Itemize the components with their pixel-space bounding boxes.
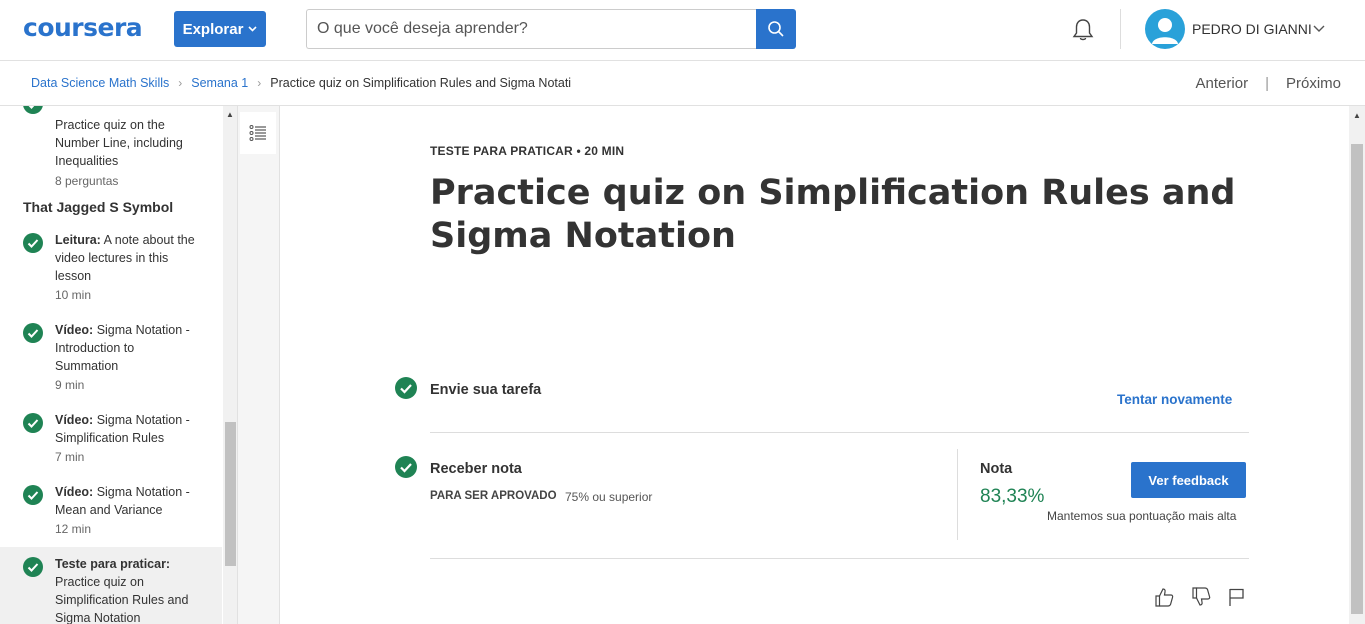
keep-highest-note: Mantemos sua pontuação mais alta — [1047, 509, 1237, 523]
passing-label: PARA SER APROVADO — [430, 490, 557, 502]
coursera-logo[interactable]: coursera — [23, 13, 143, 42]
main-content: TESTE PARA PRATICAR • 20 MIN Practice qu… — [280, 106, 1349, 624]
search-button[interactable] — [756, 9, 796, 49]
scroll-up-arrow-icon[interactable]: ▲ — [1353, 111, 1361, 120]
toggle-sidebar-button[interactable] — [240, 112, 276, 154]
sidebar-item[interactable]: Practice quiz on the Number Line, includ… — [0, 106, 222, 194]
thumbs-down-icon[interactable] — [1190, 586, 1212, 608]
grade-value: 83,33% — [980, 486, 1045, 507]
scroll-up-arrow-icon[interactable]: ▲ — [226, 110, 234, 119]
user-avatar-icon — [1152, 18, 1178, 44]
view-feedback-button[interactable]: Ver feedback — [1131, 462, 1246, 498]
flag-icon[interactable] — [1226, 586, 1248, 608]
next-link[interactable]: Próximo — [1286, 75, 1341, 92]
user-name[interactable]: PEDRO DI GIANNI — [1192, 21, 1312, 37]
grade-step-label: Receber nota — [430, 461, 522, 477]
check-circle-icon — [23, 413, 43, 433]
divider — [430, 432, 1249, 433]
breadcrumb-bar: Data Science Math Skills › Semana 1 › Pr… — [0, 61, 1365, 106]
explore-label: Explorar — [182, 20, 244, 38]
sidebar-item[interactable]: Vídeo: Sigma Notation - Simplification R… — [0, 408, 222, 468]
sidebar-section-title: That Jagged S Symbol — [23, 199, 174, 215]
divider — [430, 558, 1249, 559]
sidebar-item-meta: 9 min — [55, 378, 85, 392]
sidebar-item-label: Vídeo: Sigma Notation - Introduction to … — [55, 323, 190, 373]
check-circle-icon — [23, 233, 43, 253]
sidebar-item[interactable]: Vídeo: Sigma Notation - Introduction to … — [0, 318, 222, 396]
sidebar-item-label: Leitura: A note about the video lectures… — [55, 233, 195, 283]
search-input[interactable] — [306, 9, 756, 49]
sidebar-item-active[interactable]: Teste para praticar: Practice quiz on Si… — [0, 547, 222, 624]
breadcrumb: Data Science Math Skills › Semana 1 › Pr… — [31, 76, 571, 90]
sidebar-item-meta: 8 perguntas — [55, 174, 119, 188]
chevron-right-icon: › — [178, 76, 183, 90]
check-circle-icon — [23, 106, 43, 114]
sidebar-item-label: Teste para praticar: Practice quiz on Si… — [55, 557, 189, 624]
check-circle-icon — [23, 323, 43, 343]
prev-next-nav: Anterior | Próximo — [1196, 75, 1341, 92]
retry-link[interactable]: Tentar novamente — [1117, 392, 1232, 407]
previous-link[interactable]: Anterior — [1196, 75, 1249, 92]
user-avatar[interactable] — [1145, 9, 1185, 49]
page-title: Practice quiz on Simplification Rules an… — [430, 173, 1236, 256]
submit-step-label: Envie sua tarefa — [430, 382, 542, 398]
notifications-button[interactable] — [1070, 17, 1096, 43]
sidebar-scrollbar[interactable]: ▲ — [223, 106, 237, 624]
search-icon — [768, 21, 784, 37]
chevron-right-icon: › — [257, 76, 262, 90]
breadcrumb-current: Practice quiz on Simplification Rules an… — [270, 76, 572, 90]
chevron-down-icon — [248, 24, 257, 35]
grade-label: Nota — [980, 461, 1013, 477]
grade-divider — [957, 449, 958, 540]
top-navbar: coursera Explorar PEDRO DI GIANNI — [0, 0, 1365, 61]
thumbs-up-icon[interactable] — [1153, 586, 1175, 608]
breadcrumb-course[interactable]: Data Science Math Skills — [31, 76, 169, 90]
sidebar-item-label: Vídeo: Sigma Notation - Mean and Varianc… — [55, 485, 190, 517]
list-icon — [249, 125, 266, 141]
chevron-down-icon[interactable] — [1313, 21, 1325, 35]
explore-button[interactable]: Explorar — [174, 11, 266, 47]
item-type-label: TESTE PARA PRATICAR • 20 MIN — [430, 144, 625, 158]
course-sidebar: Practice quiz on the Number Line, includ… — [0, 106, 238, 624]
bell-icon — [1072, 19, 1094, 41]
sidebar-item[interactable]: Vídeo: Sigma Notation - Mean and Varianc… — [0, 480, 222, 540]
page-scrollbar-thumb[interactable] — [1351, 144, 1363, 614]
check-circle-icon — [395, 377, 417, 399]
check-circle-icon — [23, 485, 43, 505]
header-divider — [1120, 9, 1121, 49]
sidebar-scrollbar-thumb[interactable] — [225, 422, 236, 566]
check-circle-icon — [23, 557, 43, 577]
nav-divider: | — [1265, 75, 1269, 92]
sidebar-item-label: Practice quiz on the Number Line, includ… — [55, 118, 183, 168]
check-circle-icon — [395, 456, 417, 478]
passing-value: 75% ou superior — [565, 490, 653, 504]
sidebar-item-meta: 12 min — [55, 522, 92, 536]
page-scrollbar[interactable]: ▲ — [1349, 106, 1365, 624]
sidebar-item-meta: 10 min — [55, 288, 92, 302]
sidebar-item-label: Vídeo: Sigma Notation - Simplification R… — [55, 413, 190, 445]
sidebar-item-meta: 7 min — [55, 450, 85, 464]
sidebar-item[interactable]: Leitura: A note about the video lectures… — [0, 228, 222, 306]
breadcrumb-week[interactable]: Semana 1 — [191, 76, 248, 90]
sidebar-toggle-strip — [238, 106, 280, 624]
